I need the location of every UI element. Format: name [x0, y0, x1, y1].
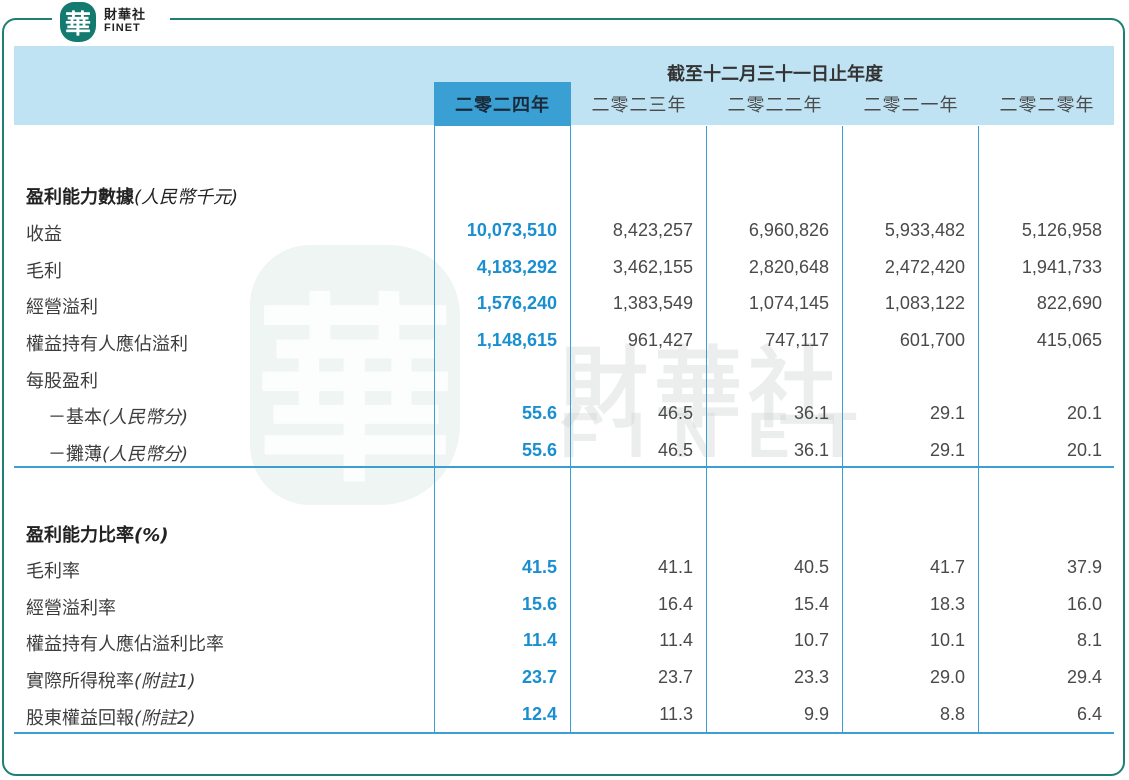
table-cell: 23.3	[793, 667, 829, 687]
table-cell: 2,820,648	[748, 257, 829, 277]
table-cell: 1,941,733	[1021, 257, 1102, 277]
eps-basic-note: (人民幣分)	[102, 407, 189, 428]
table-cell: 1,576,240	[476, 293, 557, 313]
eps-diluted-label: －攤薄	[48, 444, 102, 465]
section1-title-text: 盈利能力數據	[26, 187, 134, 208]
row-label-effective-tax-rate: 實際所得稅率(附註1)	[26, 667, 196, 693]
row-label-net-margin: 權益持有人應佔溢利比率	[26, 634, 224, 655]
column-divider	[434, 126, 435, 732]
row-label-eps-diluted: －攤薄(人民幣分)	[48, 440, 188, 466]
table-cell: 822,690	[1036, 293, 1102, 313]
table-cell: 1,083,122	[884, 293, 965, 313]
table-cell: 46.5	[657, 403, 693, 423]
row-label-gross-margin: 毛利率	[26, 561, 80, 582]
table-bottom-rule	[14, 732, 1114, 734]
row-label-roe: 股東權益回報(附註2)	[26, 704, 196, 730]
table-cell: 5,933,482	[884, 220, 965, 240]
section2-unit: (%)	[134, 525, 169, 546]
year-header-2021: 二零二一年	[863, 95, 959, 116]
table-cell: 1,148,615	[476, 330, 557, 350]
section2-title: 盈利能力比率(%)	[26, 521, 169, 547]
eps-basic-label: －基本	[48, 407, 102, 428]
table-cell: 1,074,145	[748, 293, 829, 313]
table-cell: 46.5	[657, 440, 693, 460]
row-label-operating-profit: 經營溢利	[26, 297, 98, 318]
logo-mark: 華	[60, 2, 96, 42]
eps-diluted-note: (人民幣分)	[102, 444, 189, 465]
year-header-2023: 二零二三年	[591, 95, 687, 116]
table-cell: 8,423,257	[612, 220, 693, 240]
table-cell: 40.5	[793, 557, 829, 577]
table-cell: 55.6	[521, 403, 557, 423]
tax-rate-note: (附註1)	[134, 671, 196, 692]
table-cell: 29.1	[929, 403, 965, 423]
table-cell: 6,960,826	[748, 220, 829, 240]
year-header-2022: 二零二二年	[727, 95, 823, 116]
roe-note: (附註2)	[134, 708, 196, 729]
table-cell: 36.1	[793, 403, 829, 423]
column-divider	[842, 126, 843, 732]
table-cell: 2,472,420	[884, 257, 965, 277]
section2-title-text: 盈利能力比率	[26, 525, 134, 546]
table-cell: 8.1	[1076, 630, 1102, 650]
table-cell: 37.9	[1066, 557, 1102, 577]
section1-unit: (人民幣千元)	[134, 187, 239, 208]
table-cell: 23.7	[657, 667, 693, 687]
row-label-gross-profit: 毛利	[26, 261, 62, 282]
column-divider	[978, 126, 979, 732]
table-cell: 6.4	[1076, 704, 1102, 724]
year-header-2024: 二零二四年	[434, 82, 571, 126]
table-cell: 16.4	[657, 594, 693, 614]
table-cell: 3,462,155	[612, 257, 693, 277]
table-cell: 18.3	[929, 594, 965, 614]
row-label-operating-margin: 經營溢利率	[26, 598, 116, 619]
table-cell: 415,065	[1036, 330, 1102, 350]
year-header-2020: 二零二零年	[999, 95, 1095, 116]
tax-rate-label: 實際所得稅率	[26, 671, 134, 692]
row-label-revenue: 收益	[26, 224, 62, 245]
table-cell: 41.7	[929, 557, 965, 577]
table-cell: 601,700	[899, 330, 965, 350]
table-cell: 16.0	[1066, 594, 1102, 614]
table-cell: 10.1	[929, 630, 965, 650]
column-divider	[706, 126, 707, 732]
table-cell: 9.9	[803, 704, 829, 724]
table-cell: 12.4	[521, 704, 557, 724]
table-cell: 747,117	[765, 330, 829, 350]
table-cell: 41.5	[521, 557, 557, 577]
watermark-en: FINET	[560, 399, 885, 471]
table-cell: 10.7	[793, 630, 829, 650]
table-cell: 11.4	[659, 630, 693, 650]
table-cell: 15.4	[793, 594, 829, 614]
column-divider	[570, 126, 571, 732]
logo-en: FINET	[104, 22, 141, 34]
table-cell: 29.0	[929, 667, 965, 687]
table-cell: 961,427	[627, 330, 693, 350]
row-label-eps: 每股盈利	[26, 371, 98, 392]
table-cell: 36.1	[793, 440, 829, 460]
table-cell: 20.1	[1066, 440, 1102, 460]
table-cell: 1,383,549	[612, 293, 693, 313]
table-cell: 29.4	[1066, 667, 1102, 687]
table-cell: 15.6	[521, 594, 557, 614]
row-label-profit-to-equity-holders: 權益持有人應佔溢利	[26, 334, 188, 355]
logo-cn: 財華社	[104, 8, 147, 23]
table-cell: 41.1	[657, 557, 693, 577]
section-divider	[14, 466, 1114, 468]
table-cell: 10,073,510	[466, 220, 557, 240]
table-cell: 55.6	[521, 440, 557, 460]
roe-label: 股東權益回報	[26, 708, 134, 729]
table-cell: 20.1	[1066, 403, 1102, 423]
table-cell: 11.3	[659, 704, 693, 724]
table-cell: 8.8	[939, 704, 965, 724]
table-cell: 23.7	[521, 667, 557, 687]
table-cell: 11.4	[522, 630, 557, 650]
table-cell: 5,126,958	[1021, 220, 1102, 240]
table-cell: 29.1	[929, 440, 965, 460]
row-label-eps-basic: －基本(人民幣分)	[48, 403, 188, 429]
table-cell: 4,183,292	[476, 257, 557, 277]
section1-title: 盈利能力數據(人民幣千元)	[26, 183, 238, 209]
finet-logo: 華 財華社 FINET	[52, 0, 170, 44]
